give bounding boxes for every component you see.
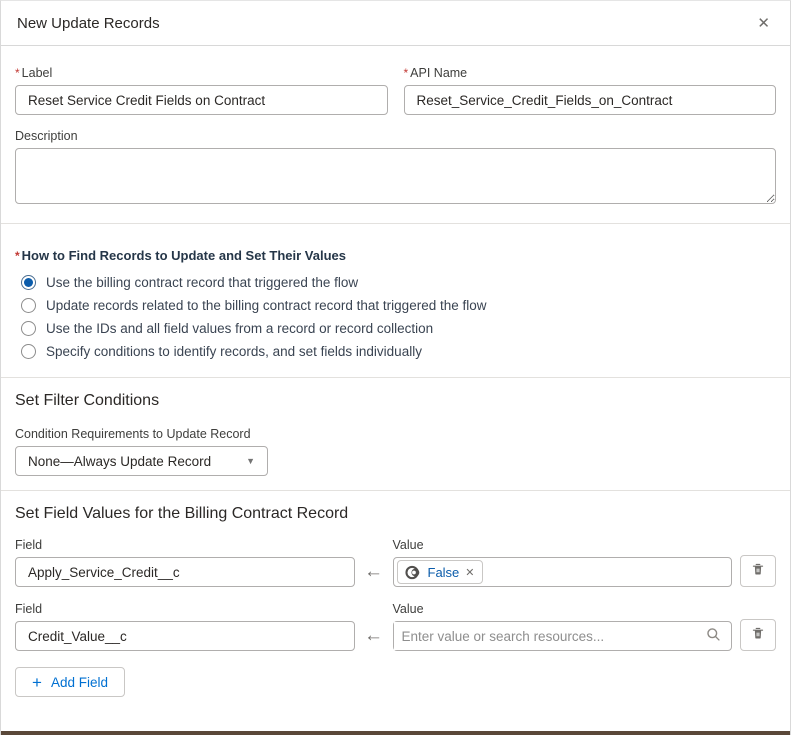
modal-body: *Label *API Name Description *How to Fin… xyxy=(1,46,790,697)
required-marker: * xyxy=(15,66,20,80)
field-label: Field xyxy=(15,538,355,552)
how-to-find-radio-group: Use the billing contract record that tri… xyxy=(15,271,776,363)
description-textarea[interactable] xyxy=(15,148,776,204)
label-field-label: *Label xyxy=(15,66,388,80)
field-label: Field xyxy=(15,602,355,616)
modal-title: New Update Records xyxy=(17,15,753,32)
radio-option-label: Update records related to the billing co… xyxy=(46,298,487,313)
value-label: Value xyxy=(393,602,733,616)
divider xyxy=(1,223,790,224)
radio-unselected-icon[interactable] xyxy=(21,344,36,359)
description-label: Description xyxy=(15,129,776,143)
name-fields-row: *Label *API Name xyxy=(15,66,776,115)
divider xyxy=(1,377,790,378)
divider xyxy=(1,490,790,491)
label-field-group: *Label xyxy=(15,66,388,115)
arrow-left-icon: ← xyxy=(355,621,393,651)
radio-option-label: Use the IDs and all field values from a … xyxy=(46,321,433,336)
value-column: Value False ✕ xyxy=(393,538,733,587)
radio-option-related-records[interactable]: Update records related to the billing co… xyxy=(15,294,776,317)
description-field-group: Description xyxy=(15,129,776,209)
value-column: Value xyxy=(393,602,733,651)
delete-row-button[interactable] xyxy=(740,555,776,587)
field-value-row: Field ← Value xyxy=(15,602,776,651)
field-value-row: Field ← Value False ✕ xyxy=(15,538,776,587)
api-name-input[interactable] xyxy=(404,85,777,115)
field-column: Field xyxy=(15,602,355,651)
field-column: Field xyxy=(15,538,355,587)
arrow-left-icon: ← xyxy=(355,557,393,587)
radio-option-triggering-record[interactable]: Use the billing contract record that tri… xyxy=(15,271,776,294)
radio-option-ids-field-values[interactable]: Use the IDs and all field values from a … xyxy=(15,317,776,340)
chevron-down-icon: ▼ xyxy=(246,456,255,466)
condition-requirements-label: Condition Requirements to Update Record xyxy=(15,427,776,441)
condition-requirements-dropdown[interactable]: None—Always Update Record ▼ xyxy=(15,446,268,476)
how-to-find-heading: *How to Find Records to Update and Set T… xyxy=(15,248,776,263)
value-combobox[interactable]: False ✕ xyxy=(393,557,733,587)
required-marker: * xyxy=(404,66,409,80)
background-surface-edge xyxy=(1,731,790,735)
filter-conditions-heading: Set Filter Conditions xyxy=(15,392,776,410)
radio-unselected-icon[interactable] xyxy=(21,298,36,313)
value-search-combobox[interactable] xyxy=(393,621,733,651)
close-icon[interactable]: ✕ xyxy=(753,12,774,35)
field-input[interactable] xyxy=(15,621,355,651)
radio-option-label: Use the billing contract record that tri… xyxy=(46,275,358,290)
api-name-field-group: *API Name xyxy=(404,66,777,115)
add-field-button[interactable]: + Add Field xyxy=(15,667,125,697)
radio-option-specify-conditions[interactable]: Specify conditions to identify records, … xyxy=(15,340,776,363)
radio-unselected-icon[interactable] xyxy=(21,321,36,336)
trash-icon xyxy=(751,562,765,580)
radio-selected-icon[interactable] xyxy=(21,275,36,290)
resource-pill[interactable]: False ✕ xyxy=(397,560,483,584)
search-icon xyxy=(706,627,721,645)
label-input[interactable] xyxy=(15,85,388,115)
required-marker: * xyxy=(15,249,20,263)
new-update-records-modal: New Update Records ✕ *Label *API Name De… xyxy=(0,0,791,735)
modal-header: New Update Records ✕ xyxy=(1,1,790,46)
pill-value-text: False xyxy=(428,565,460,580)
boolean-toggle-icon xyxy=(405,565,422,580)
add-field-label: Add Field xyxy=(51,675,108,690)
plus-icon: + xyxy=(32,674,42,691)
delete-row-button[interactable] xyxy=(740,619,776,651)
radio-option-label: Specify conditions to identify records, … xyxy=(46,344,422,359)
condition-requirements-value: None—Always Update Record xyxy=(28,454,211,469)
field-input[interactable] xyxy=(15,557,355,587)
value-label: Value xyxy=(393,538,733,552)
value-search-input[interactable] xyxy=(394,622,707,650)
set-field-values-heading: Set Field Values for the Billing Contrac… xyxy=(15,505,776,523)
pill-remove-icon[interactable]: ✕ xyxy=(465,566,474,579)
trash-icon xyxy=(751,626,765,644)
api-name-field-label: *API Name xyxy=(404,66,777,80)
